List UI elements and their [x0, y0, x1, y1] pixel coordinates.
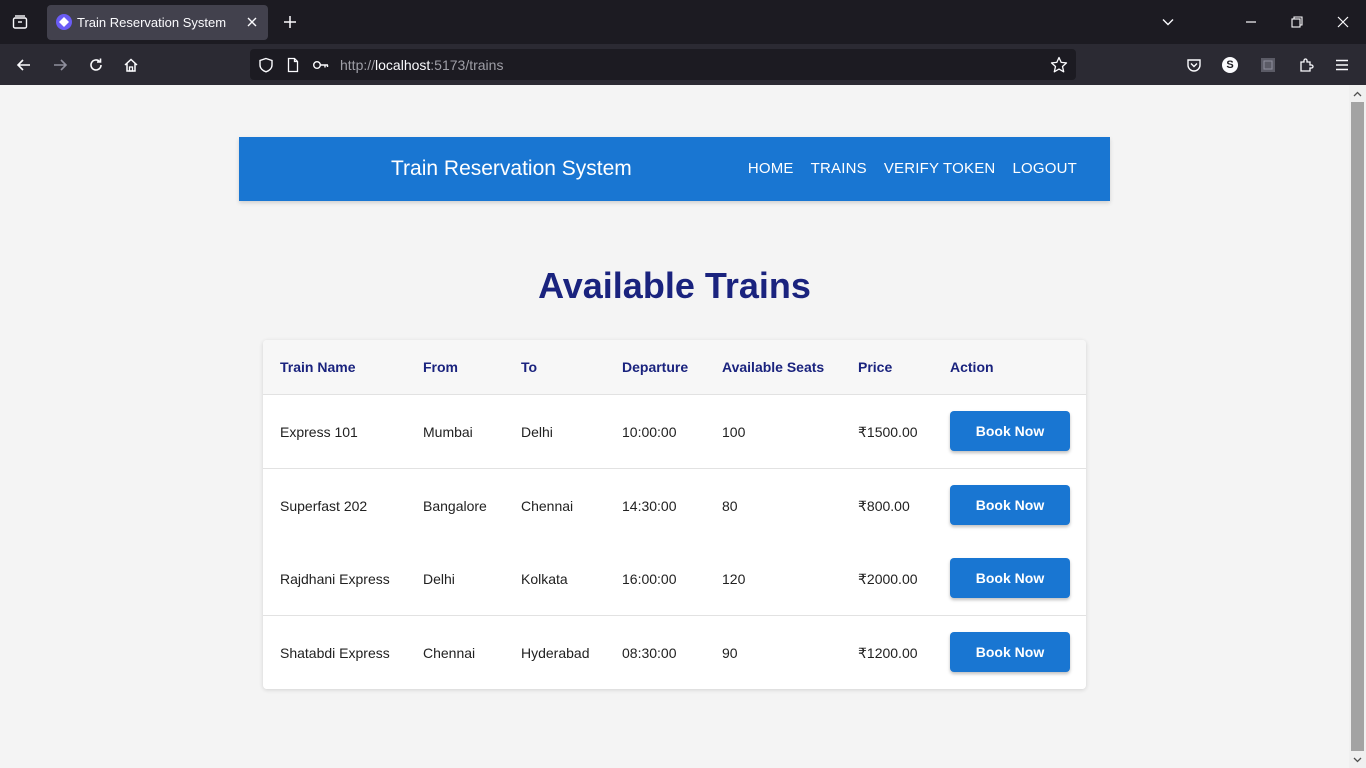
tab-title: Train Reservation System — [77, 15, 227, 30]
app-nav: HOME TRAINS VERIFY TOKEN LOGOUT — [731, 160, 1077, 177]
key-icon[interactable] — [312, 56, 330, 74]
nav-link-verify-token[interactable]: VERIFY TOKEN — [884, 160, 996, 177]
train-from: Mumbai — [423, 424, 473, 440]
book-now-button[interactable]: Book Now — [950, 558, 1070, 598]
trains-table: Train Name From To Departure Available S… — [263, 340, 1086, 689]
tab-list-icon[interactable] — [8, 10, 32, 34]
nav-link-home[interactable]: HOME — [748, 160, 794, 177]
browser-tab-bar: Train Reservation System — [0, 0, 1366, 44]
window-close-icon[interactable] — [1331, 10, 1355, 34]
column-header-to: To — [521, 359, 538, 375]
train-name: Express 101 — [280, 424, 358, 440]
train-from: Delhi — [423, 571, 455, 587]
train-from: Chennai — [423, 645, 476, 661]
url-bar[interactable]: http://localhost:5173/trains — [250, 49, 1076, 80]
train-departure: 14:30:00 — [622, 498, 677, 514]
url-path: :5173/trains — [430, 57, 504, 73]
table-row: Superfast 202 Bangalore Chennai 14:30:00… — [263, 469, 1086, 543]
train-price: ₹1500.00 — [858, 424, 918, 440]
train-seats: 90 — [722, 645, 738, 661]
train-seats: 120 — [722, 571, 746, 587]
url-prefix: http:// — [340, 57, 376, 73]
plus-icon[interactable] — [279, 11, 301, 33]
train-departure: 10:00:00 — [622, 424, 677, 440]
extension-icon[interactable] — [1256, 53, 1280, 77]
train-name: Rajdhani Express — [280, 571, 390, 587]
scrollbar-thumb[interactable] — [1351, 102, 1364, 751]
forward-arrow-icon[interactable] — [47, 52, 73, 78]
chevron-down-icon[interactable] — [1156, 10, 1180, 34]
scroll-down-arrow-icon[interactable] — [1349, 751, 1366, 768]
column-header-action: Action — [950, 359, 994, 375]
restore-icon[interactable] — [1285, 10, 1309, 34]
shield-icon[interactable] — [257, 56, 275, 74]
train-seats: 100 — [722, 424, 746, 440]
close-icon[interactable] — [244, 14, 260, 30]
column-header-price: Price — [858, 359, 893, 375]
puzzle-icon[interactable] — [1294, 53, 1318, 77]
reload-icon[interactable] — [83, 52, 109, 78]
table-row: Rajdhani Express Delhi Kolkata 16:00:00 … — [263, 542, 1086, 616]
book-now-button[interactable]: Book Now — [950, 632, 1070, 672]
profile-initial: S — [1222, 57, 1238, 73]
table-row: Express 101 Mumbai Delhi 10:00:00 100 ₹1… — [263, 395, 1086, 469]
train-to: Chennai — [521, 498, 574, 514]
hamburger-menu-icon[interactable] — [1330, 53, 1354, 77]
page-icon[interactable] — [284, 56, 302, 74]
table-row: Shatabdi Express Chennai Hyderabad 08:30… — [263, 616, 1086, 689]
column-header-departure: Departure — [622, 359, 689, 375]
page-scrollbar[interactable] — [1349, 85, 1366, 768]
nav-link-trains[interactable]: TRAINS — [811, 160, 867, 177]
back-arrow-icon[interactable] — [11, 52, 37, 78]
profile-avatar[interactable]: S — [1218, 53, 1242, 77]
column-header-available-seats: Available Seats — [722, 359, 825, 375]
train-to: Hyderabad — [521, 645, 590, 661]
book-now-button[interactable]: Book Now — [950, 411, 1070, 451]
column-header-train-name: Train Name — [280, 359, 356, 375]
minimize-icon[interactable] — [1239, 10, 1263, 34]
pocket-icon[interactable] — [1182, 53, 1206, 77]
url-text[interactable]: http://localhost:5173/trains — [340, 57, 503, 73]
column-header-from: From — [423, 359, 458, 375]
star-icon[interactable] — [1050, 56, 1068, 74]
page-viewport: Train Reservation System HOME TRAINS VER… — [0, 85, 1349, 768]
app-title: Train Reservation System — [391, 157, 632, 180]
train-price: ₹2000.00 — [858, 571, 918, 587]
train-to: Delhi — [521, 424, 553, 440]
url-host: localhost — [375, 57, 431, 73]
page-title: Available Trains — [538, 265, 811, 306]
home-icon[interactable] — [118, 52, 144, 78]
app-header: Train Reservation System HOME TRAINS VER… — [239, 137, 1110, 201]
train-price: ₹800.00 — [858, 498, 910, 514]
book-now-button[interactable]: Book Now — [950, 485, 1070, 525]
train-name: Shatabdi Express — [280, 645, 390, 661]
train-departure: 08:30:00 — [622, 645, 677, 661]
train-seats: 80 — [722, 498, 738, 514]
train-departure: 16:00:00 — [622, 571, 677, 587]
scroll-up-arrow-icon[interactable] — [1349, 85, 1366, 102]
train-price: ₹1200.00 — [858, 645, 918, 661]
table-header: Train Name From To Departure Available S… — [263, 340, 1086, 395]
app-favicon-icon — [56, 14, 72, 30]
nav-link-logout[interactable]: LOGOUT — [1012, 160, 1077, 177]
train-from: Bangalore — [423, 498, 487, 514]
browser-tab-active[interactable]: Train Reservation System — [47, 5, 268, 40]
train-name: Superfast 202 — [280, 498, 368, 514]
train-to: Kolkata — [521, 571, 568, 587]
